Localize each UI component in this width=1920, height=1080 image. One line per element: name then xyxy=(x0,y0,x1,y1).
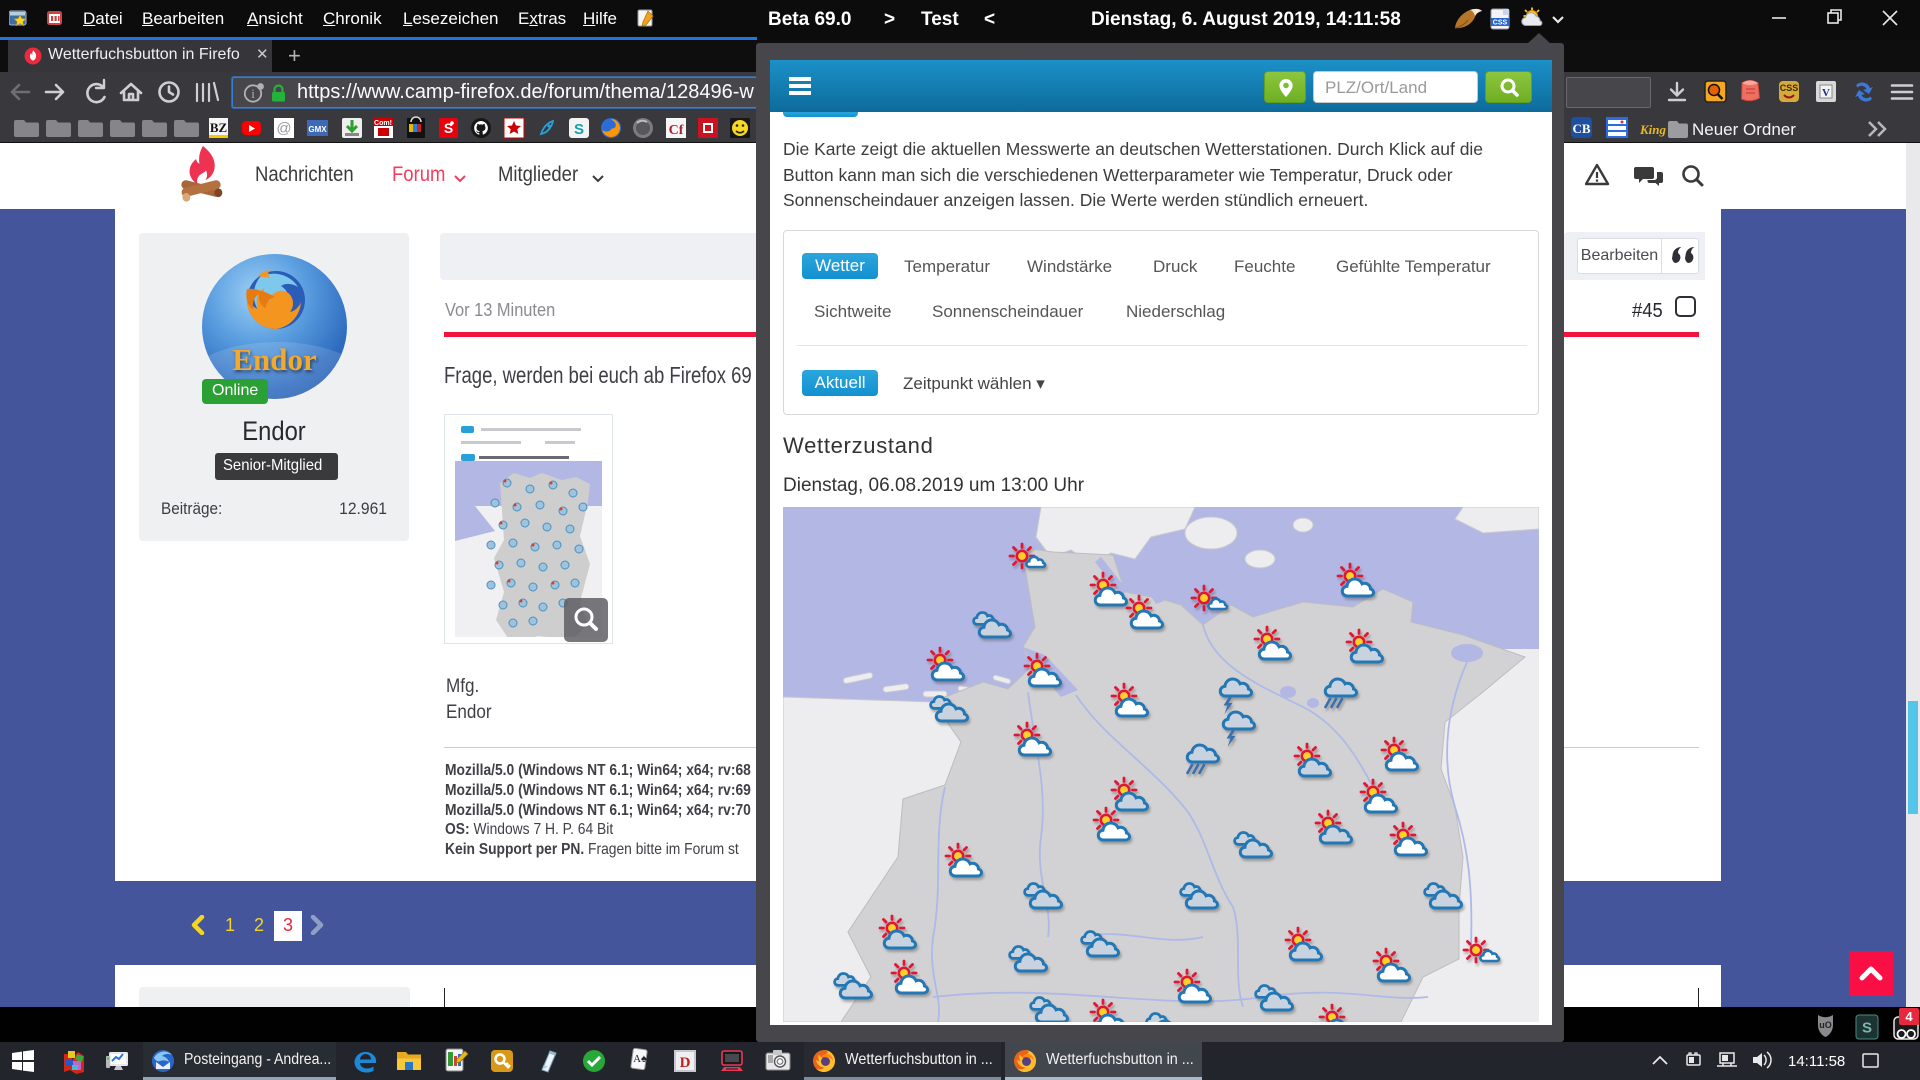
svg-text:GMX: GMX xyxy=(308,125,327,134)
svg-text:S: S xyxy=(574,121,584,138)
svg-text:CSS: CSS xyxy=(1780,83,1799,93)
svg-text:Cf: Cf xyxy=(669,123,684,138)
svg-text:Neuer Ordner: Neuer Ordner xyxy=(1692,120,1796,139)
svg-text:CB: CB xyxy=(1572,121,1590,136)
svg-text:Com!: Com! xyxy=(374,120,392,127)
svg-text:CSS: CSS xyxy=(1493,20,1508,27)
svg-text:@: @ xyxy=(276,120,291,137)
svg-text:14:11:58: 14:11:58 xyxy=(1788,1053,1845,1070)
svg-text:King: King xyxy=(1639,122,1667,137)
svg-text:S: S xyxy=(1862,1020,1872,1037)
svg-text:A♠: A♠ xyxy=(633,1053,647,1065)
svg-text:V: V xyxy=(1822,87,1830,99)
svg-text:D: D xyxy=(680,1055,691,1071)
svg-text:BZ: BZ xyxy=(210,120,228,135)
svg-text:i: i xyxy=(251,86,255,101)
svg-text:uO: uO xyxy=(1819,1020,1832,1030)
